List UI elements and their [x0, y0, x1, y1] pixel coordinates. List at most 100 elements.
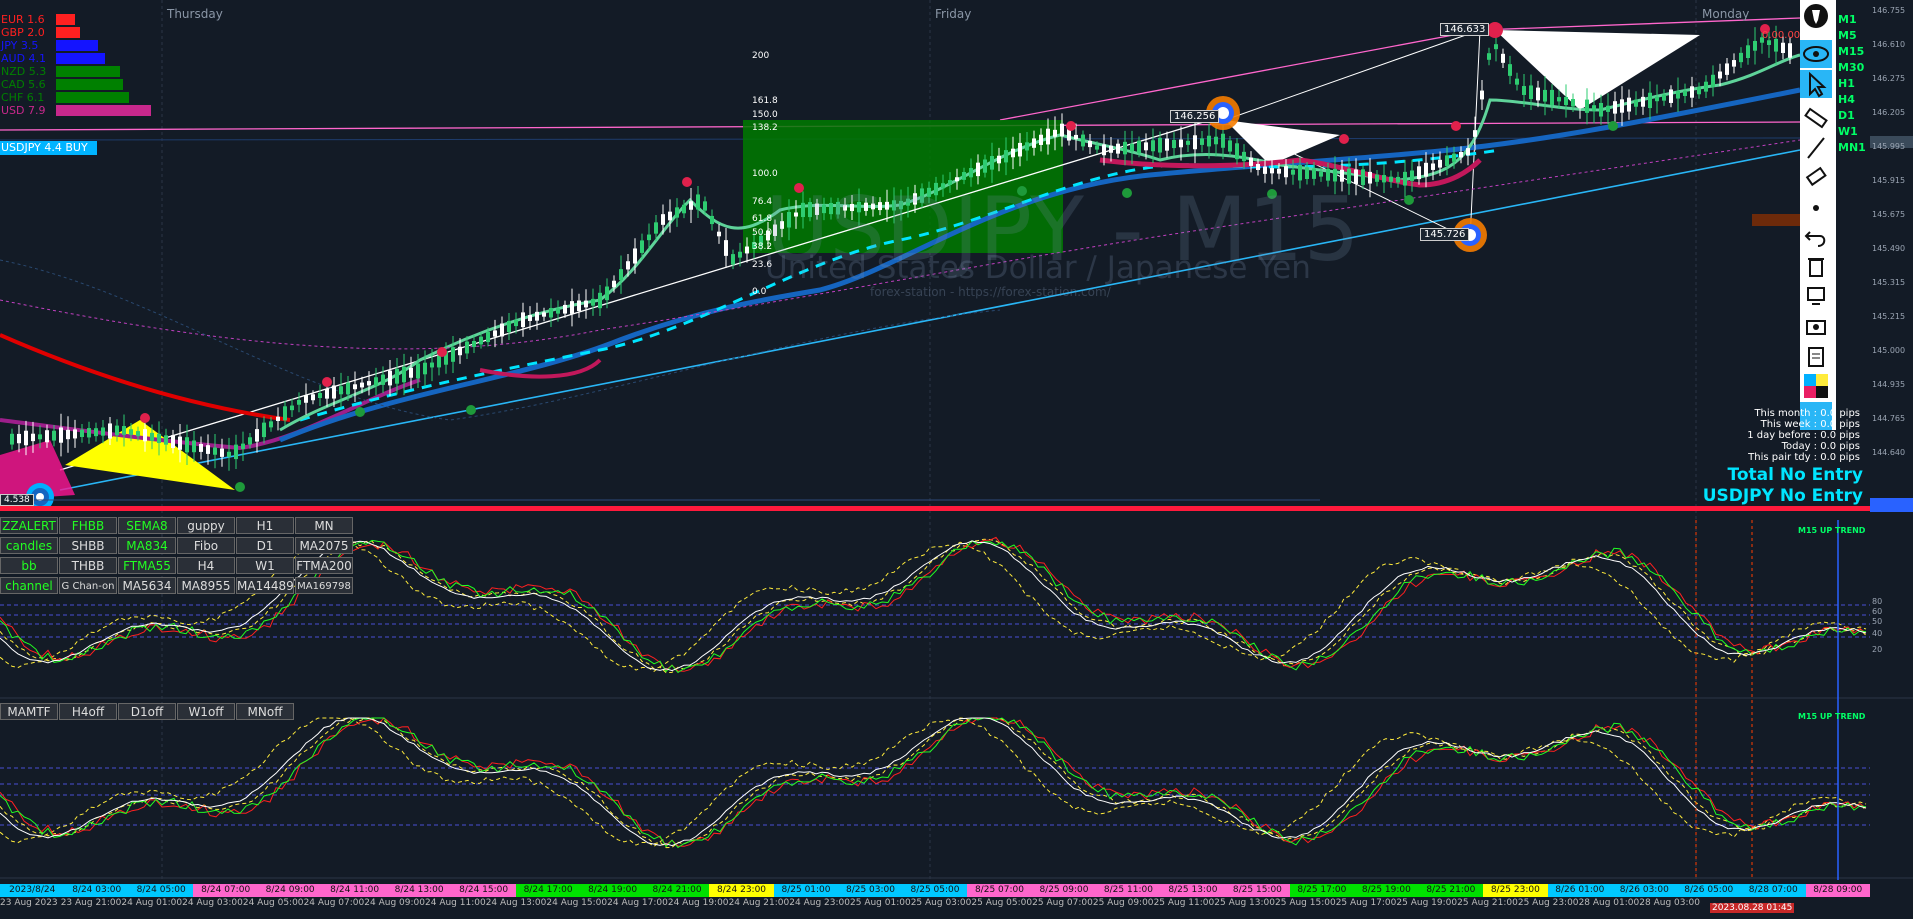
time-axis-label: 8/24 07:00 [193, 884, 258, 897]
osc-level-label: 40 [1872, 629, 1883, 638]
cursor-icon[interactable] [1800, 70, 1832, 98]
timeframe-h1[interactable]: H1 [1838, 76, 1855, 92]
timeframe-m1[interactable]: M1 [1838, 12, 1857, 28]
line-icon[interactable] [1800, 134, 1832, 162]
toggle-button-w1[interactable]: W1 [236, 557, 294, 574]
date-axis-label: 24 Aug 01:00 [121, 898, 183, 908]
date-axis-label: 25 Aug 13:00 [1214, 898, 1275, 908]
toggle-button-guppy[interactable]: guppy [177, 517, 235, 534]
mtf-button-h4off[interactable]: H4off [59, 703, 117, 720]
stat-line: This month : 0.0 pips [1754, 408, 1860, 419]
toggle-button-zzalert[interactable]: ZZALERT [0, 517, 58, 534]
strength-row-eur: EUR 1.6 [0, 13, 120, 26]
undo-icon[interactable] [1800, 222, 1832, 250]
time-axis-label: 8/24 15:00 [451, 884, 516, 897]
timeframe-d1[interactable]: D1 [1838, 108, 1855, 124]
time-axis-label: 8/25 11:00 [1096, 884, 1161, 897]
price-axis-label: 146.610 [1872, 40, 1906, 49]
dot-icon[interactable] [1800, 194, 1832, 222]
price-axis-label: 146.205 [1872, 108, 1906, 117]
strength-label: JPY 3.5 [1, 39, 39, 52]
toggle-button-fhbb[interactable]: FHBB [59, 517, 117, 534]
timeframe-mn1[interactable]: MN1 [1838, 140, 1866, 156]
strength-bar [56, 40, 98, 51]
camera-icon[interactable] [1800, 312, 1832, 340]
time-axis-label: 8/25 07:00 [967, 884, 1032, 897]
time-axis-label: 8/24 05:00 [128, 884, 194, 897]
price-axis-label: 145.315 [1872, 278, 1906, 287]
timeframe-m30[interactable]: M30 [1838, 60, 1864, 76]
price-axis-label: 146.755 [1872, 6, 1906, 15]
toggle-button-mn[interactable]: MN [295, 517, 353, 534]
color-palette-icon[interactable] [1800, 372, 1832, 400]
time-axis-label: 8/24 17:00 [515, 884, 581, 897]
toggle-button-ma5634[interactable]: MA5634 [118, 577, 176, 594]
toggle-button-ma14489[interactable]: MA14489 [236, 577, 294, 594]
indicator-label-1: M15 UP TREND [1798, 526, 1866, 535]
mtf-button-mamtf[interactable]: MAMTF [0, 703, 58, 720]
price-label-left: 4.538 [0, 494, 34, 506]
toggle-button-ma834[interactable]: MA834 [118, 537, 176, 554]
time-axis-label: 2023/8/24 [0, 884, 65, 897]
date-axis-label: 25 Aug 01:00 [850, 898, 911, 908]
fib-level: 100.0 [752, 169, 778, 179]
toggle-button-sema8[interactable]: SEMA8 [118, 517, 176, 534]
price-label-mid: 146.256 [1170, 110, 1220, 123]
time-axis-label: 8/24 23:00 [709, 884, 774, 897]
trash-icon[interactable] [1800, 252, 1832, 280]
osc-level-label: 50 [1872, 617, 1883, 626]
toggle-button-h4[interactable]: H4 [177, 557, 235, 574]
toggle-button-ftma55[interactable]: FTMA55 [118, 557, 176, 574]
monitor-icon[interactable] [1800, 282, 1832, 310]
date-axis-label: 24 Aug 09:00 [364, 898, 425, 908]
time-axis-label: 8/25 17:00 [1289, 884, 1355, 897]
toggle-button-h1[interactable]: H1 [236, 517, 294, 534]
timeframe-m5[interactable]: M5 [1838, 28, 1857, 44]
toggle-button-channel[interactable]: channel [0, 577, 58, 594]
watermark-site: forex-station - https://forex-station.co… [870, 285, 1111, 299]
date-axis-label: 28 Aug 01:00 [1578, 898, 1640, 908]
time-axis-label: 8/28 09:00 [1805, 884, 1870, 897]
toggle-button-bb[interactable]: bb [0, 557, 58, 574]
clipboard-icon[interactable] [1800, 342, 1832, 370]
toggle-button-shbb[interactable]: SHBB [59, 537, 117, 554]
time-axis-label: 8/25 21:00 [1418, 884, 1484, 897]
total-no-entry: Total No Entry [1727, 465, 1864, 485]
toggle-button-ma8955[interactable]: MA8955 [177, 577, 235, 594]
mtf-button-mnoff[interactable]: MNoff [236, 703, 294, 720]
price-label-high: 146.633 [1440, 23, 1490, 36]
ruler-icon[interactable] [1800, 104, 1832, 132]
fib-level: 76.4 [752, 197, 773, 207]
fib-level: 200 [752, 51, 770, 61]
toggle-button-fibo[interactable]: Fibo [177, 537, 235, 554]
toggle-button-d1[interactable]: D1 [236, 537, 294, 554]
timeframe-w1[interactable]: W1 [1838, 124, 1858, 140]
toggle-button-ma169798[interactable]: MA169798 [295, 577, 353, 594]
mtf-button-w1off[interactable]: W1off [177, 703, 235, 720]
stat-line: This week : 0.0 pips [1760, 419, 1860, 430]
timeframe-m15[interactable]: M15 [1838, 44, 1864, 60]
toggle-button-ma2075[interactable]: MA2075 [295, 537, 353, 554]
toggle-button-candles[interactable]: candles [0, 537, 58, 554]
date-axis-label: 25 Aug 07:00 [1032, 898, 1093, 908]
timeframe-h4[interactable]: H4 [1838, 92, 1855, 108]
pen-icon[interactable] [1800, 2, 1832, 30]
mtf-button-d1off[interactable]: D1off [118, 703, 176, 720]
date-axis-label: 25 Aug 11:00 [1153, 898, 1215, 908]
price-chart[interactable] [0, 0, 1913, 919]
toggle-button-g-chan-on[interactable]: G Chan-on [59, 577, 117, 594]
toggle-button-ftma200[interactable]: FTMA200 [295, 557, 353, 574]
time-axis-label: 8/24 03:00 [64, 884, 129, 897]
stat-line: This pair tdy : 0.0 pips [1748, 452, 1860, 463]
stat-line: Today : 0.0 pips [1781, 441, 1860, 452]
strength-bar [56, 105, 151, 116]
date-axis-label: 24 Aug 19:00 [667, 898, 729, 908]
price-axis-label: 145.995 [1872, 142, 1906, 151]
time-axis-label: 8/25 01:00 [773, 884, 839, 897]
time-axis-label: 8/25 23:00 [1483, 884, 1548, 897]
eye-icon[interactable] [1800, 40, 1832, 68]
price-axis-label: 144.935 [1872, 380, 1906, 389]
toggle-button-thbb[interactable]: THBB [59, 557, 117, 574]
eraser-icon[interactable] [1800, 162, 1832, 190]
date-axis-label: 25 Aug 19:00 [1396, 898, 1458, 908]
